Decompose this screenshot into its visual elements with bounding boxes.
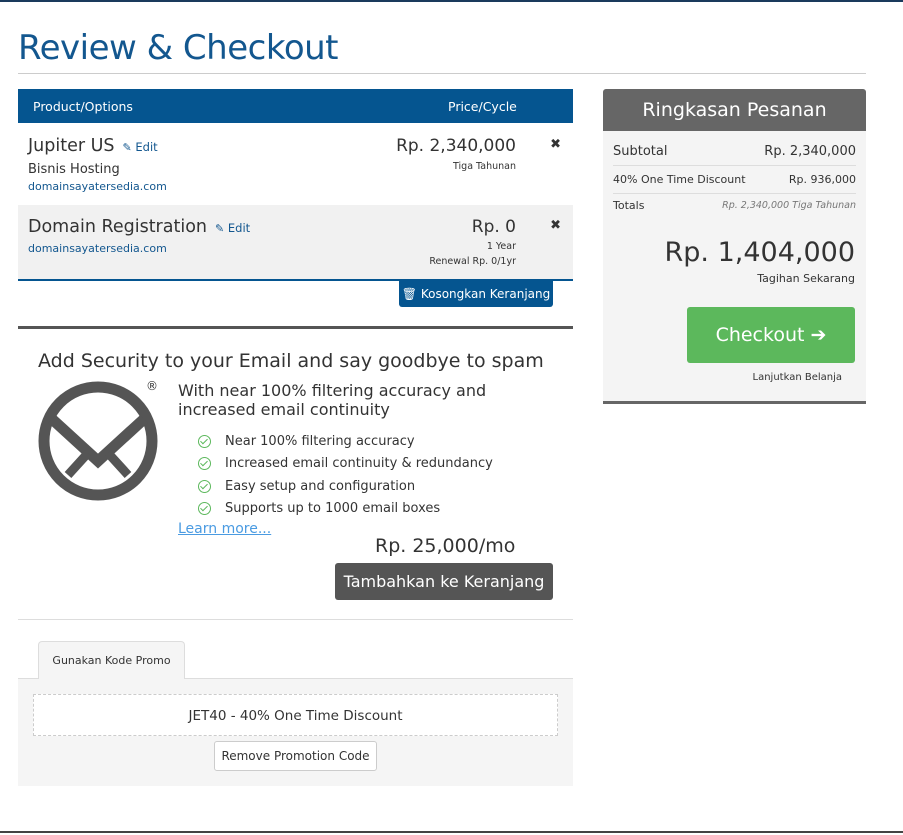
list-item: Increased email continuity & redundancy — [198, 453, 493, 476]
total-due: Rp. 1,404,000 — [664, 237, 855, 268]
edit-hosting-link[interactable]: ✎ Edit — [123, 140, 158, 154]
checkout-button[interactable]: Checkout ➔ — [687, 307, 855, 363]
check-circle-icon — [198, 502, 211, 516]
upsell-price: Rp. 25,000/mo — [375, 535, 516, 557]
check-circle-icon — [198, 479, 211, 493]
applied-promo-code: JET40 - 40% One Time Discount — [33, 694, 558, 736]
item-cycle: 1 Year — [486, 241, 516, 252]
check-circle-icon — [198, 457, 211, 471]
upsell-lead: With near 100% filtering accuracy and in… — [178, 381, 487, 419]
envelope-logo-icon — [38, 381, 158, 501]
list-item: Near 100% filtering accuracy — [198, 430, 493, 453]
col-price-cycle: Price/Cycle — [448, 99, 517, 114]
bottom-border — [0, 831, 903, 833]
item-renewal: Renewal Rp. 0/1yr — [429, 256, 516, 267]
subtotal-value: Rp. 2,340,000 — [764, 144, 856, 159]
summary-title: Ringkasan Pesanan — [603, 89, 866, 131]
list-item: Easy setup and configuration — [198, 475, 493, 498]
item-product-group: Bisnis Hosting — [28, 162, 120, 177]
remove-hosting-icon[interactable]: ✖ — [550, 137, 561, 152]
discount-label: 40% One Time Discount — [613, 173, 746, 186]
upsell-bottom-divider — [18, 619, 573, 620]
page-title: Review & Checkout — [18, 28, 339, 68]
add-to-cart-button[interactable]: Tambahkan ke Keranjang — [335, 563, 553, 600]
cart-item-hosting: Jupiter US ✎ Edit Bisnis Hosting domainsa… — [18, 123, 573, 205]
cart-item-domain: Domain Registration ✎ Edit domainsayaters… — [18, 205, 573, 280]
trash-icon: 🗑 — [401, 287, 417, 301]
remove-domain-icon[interactable]: ✖ — [550, 218, 561, 233]
item-domain: domainsayatersedia.com — [28, 242, 167, 255]
order-summary-panel: Ringkasan Pesanan Subtotal Rp. 2,340,000… — [603, 89, 866, 404]
item-domain: domainsayatersedia.com — [28, 180, 167, 193]
continue-shopping-link[interactable]: Lanjutkan Belanja — [753, 372, 843, 383]
totals-label: Totals — [613, 199, 645, 212]
pencil-icon: ✎ — [122, 141, 132, 154]
remove-promo-button[interactable]: Remove Promotion Code — [214, 741, 377, 771]
item-cycle: Tiga Tahunan — [453, 161, 516, 172]
upsell-divider — [18, 326, 573, 329]
title-divider — [18, 73, 866, 74]
item-name: Jupiter US — [28, 136, 115, 156]
item-price: Rp. 2,340,000 — [396, 136, 516, 156]
upsell-feature-list: Near 100% filtering accuracy Increased e… — [198, 430, 493, 520]
item-price: Rp. 0 — [471, 217, 516, 237]
summary-bottom-border — [603, 401, 866, 404]
registered-mark-icon: ® — [146, 379, 158, 393]
check-circle-icon — [198, 434, 211, 448]
arrow-right-icon: ➔ — [810, 324, 827, 346]
cart-header: Product/Options Price/Cycle — [18, 89, 573, 123]
subtotal-label: Subtotal — [613, 144, 668, 159]
tab-promo-code[interactable]: Gunakan Kode Promo — [38, 641, 185, 679]
pencil-icon: ✎ — [215, 222, 225, 235]
discount-value: Rp. 936,000 — [788, 173, 856, 186]
empty-cart-button[interactable]: 🗑 Kosongkan Keranjang — [399, 281, 553, 307]
edit-domain-link[interactable]: ✎ Edit — [215, 221, 250, 235]
item-name: Domain Registration — [28, 217, 207, 237]
list-item: Supports up to 1000 email boxes — [198, 498, 493, 521]
top-border — [0, 0, 903, 2]
summary-divider — [613, 165, 856, 166]
upsell-title: Add Security to your Email and say goodb… — [38, 350, 544, 372]
col-product-options: Product/Options — [33, 99, 133, 114]
total-due-label: Tagihan Sekarang — [757, 272, 855, 285]
totals-value: Rp. 2,340,000 Tiga Tahunan — [722, 200, 856, 211]
summary-divider — [613, 193, 856, 194]
learn-more-link[interactable]: Learn more... — [178, 521, 271, 537]
